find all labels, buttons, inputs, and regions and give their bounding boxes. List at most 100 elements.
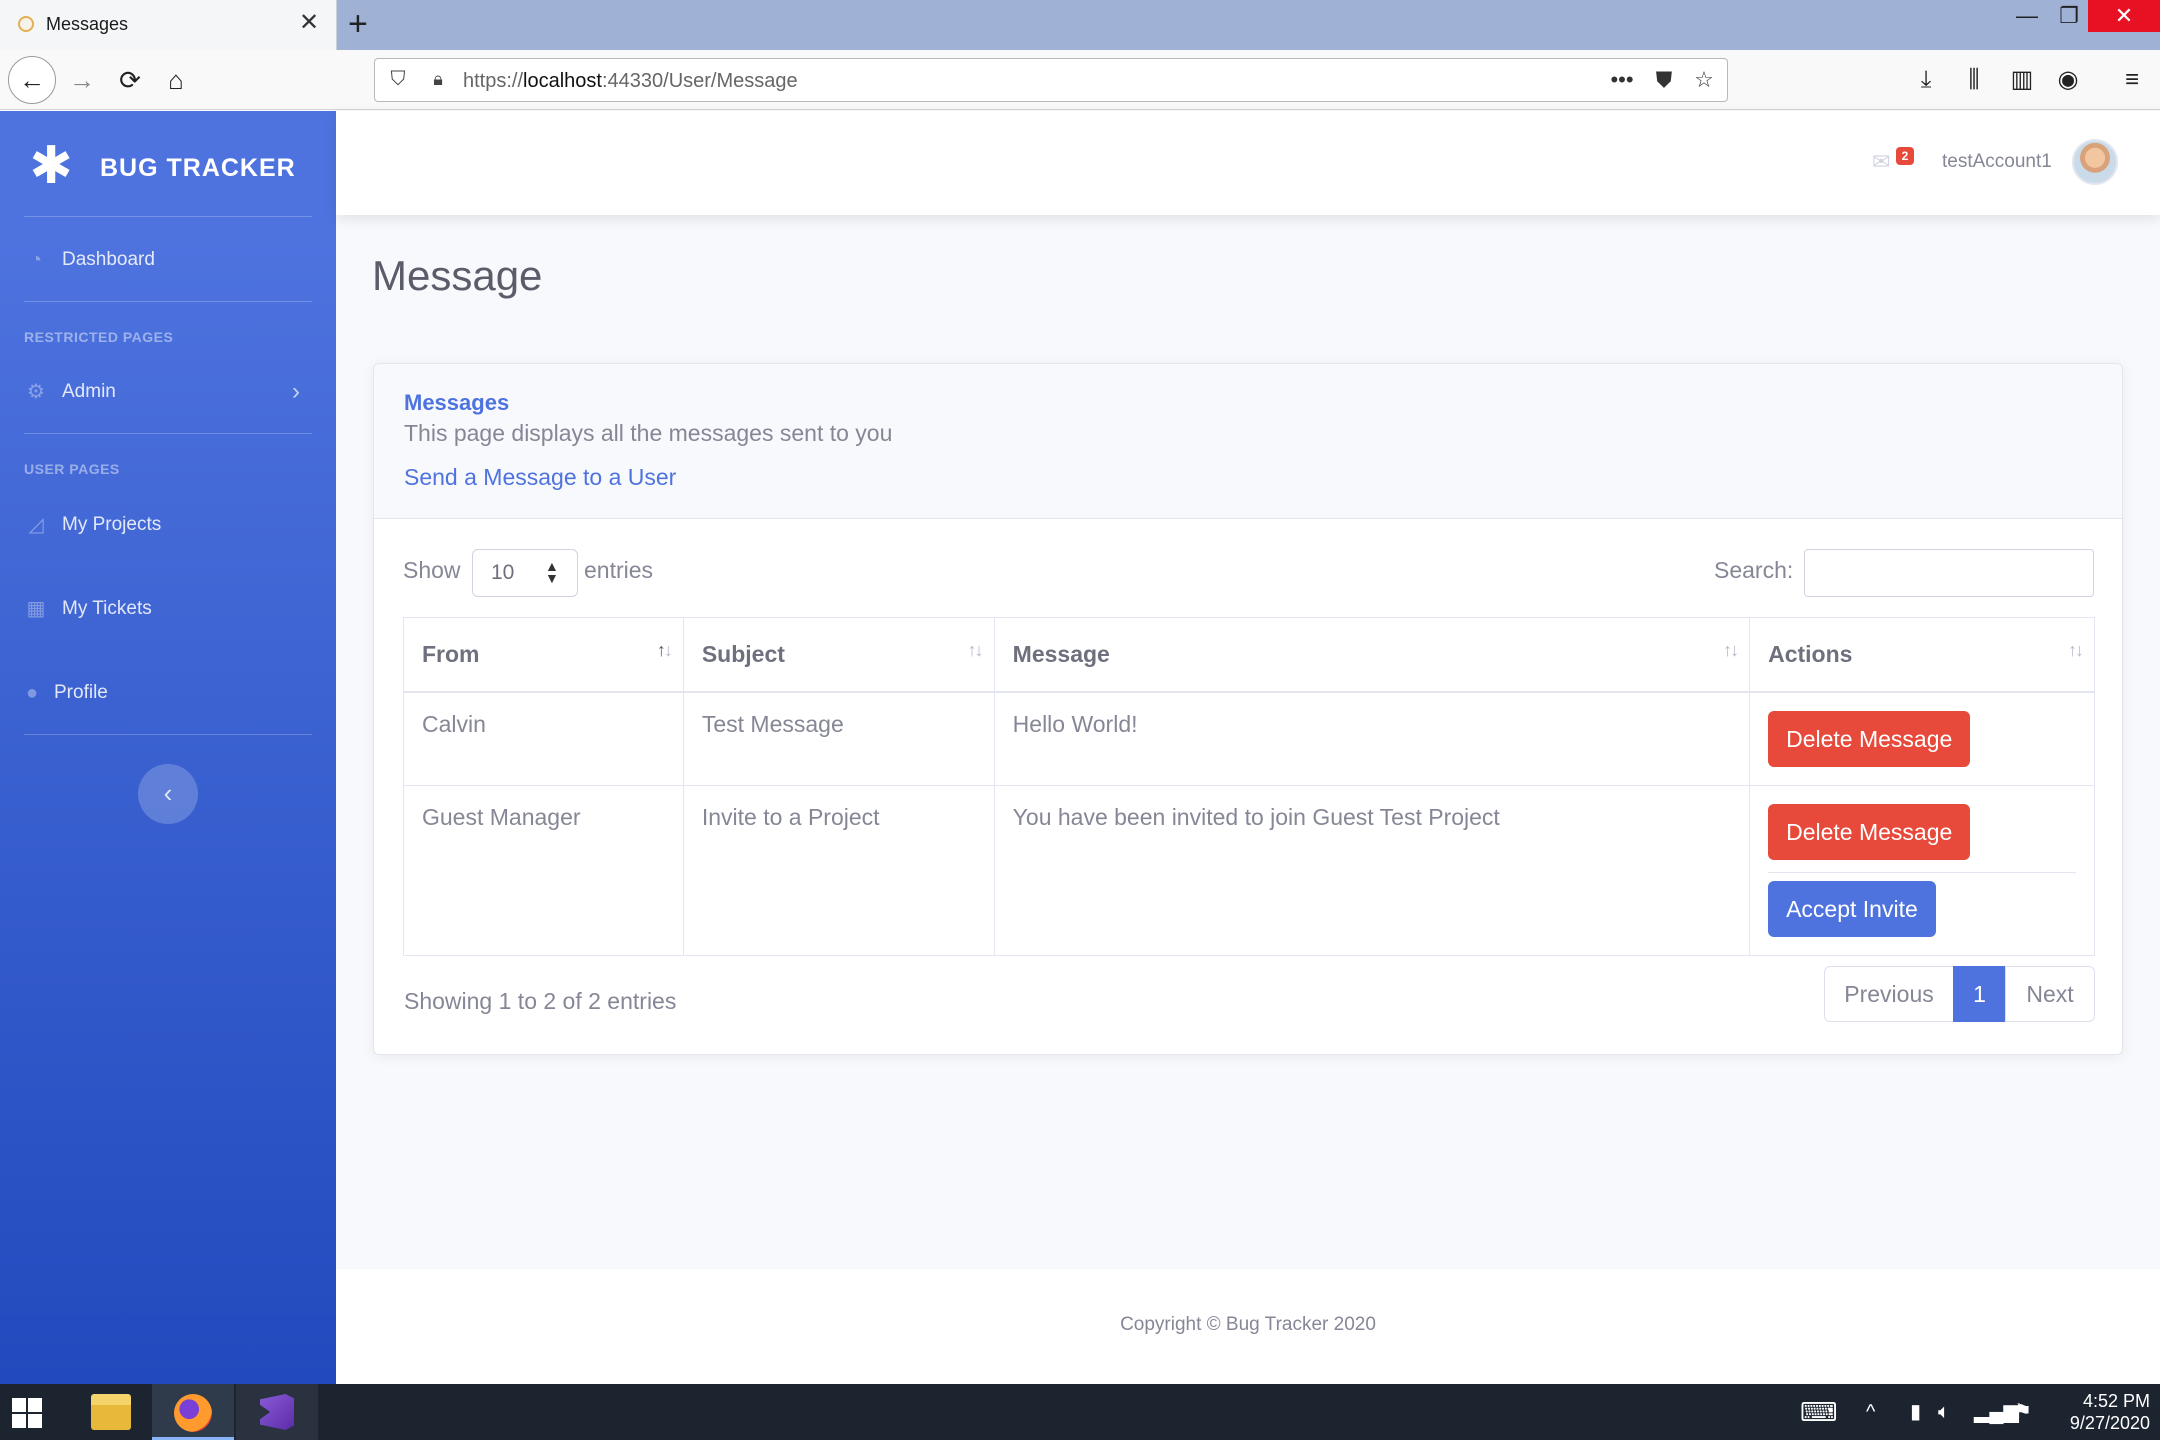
envelope-icon[interactable]: ✉ [1872,151,1896,173]
url-bar[interactable]: ⛉ 🔒︎ https://localhost:44330/User/Messag… [374,58,1728,102]
chevron-up-icon[interactable]: ^ [1866,1400,1875,1424]
entries-length-select[interactable]: 10 ▲ ▼ [472,549,578,597]
tachometer-icon: ◔ [29,249,43,271]
accept-invite-button[interactable]: Accept Invite [1768,881,1936,937]
entries-label: entries [584,557,654,583]
delete-message-button[interactable]: Delete Message [1768,804,1971,860]
avatar[interactable] [2072,139,2118,185]
new-tab-button[interactable]: + [348,4,368,44]
send-message-link[interactable]: Send a Message to a User [404,464,676,491]
bookmark-star-icon[interactable]: ☆ [1687,65,1721,95]
browser-tab[interactable]: Messages ✕ [0,0,337,50]
visual-studio-icon[interactable] [236,1384,318,1440]
search-input[interactable] [1804,549,2094,597]
sidebar-item-my-projects[interactable]: ◿ My Projects [24,505,312,545]
table-icon: ▦ [26,598,46,620]
shield-icon[interactable]: ⛉ [387,68,409,90]
pocket-icon[interactable]: ⛊ [1647,65,1681,95]
chevron-right-icon: › [292,378,300,405]
sidebar-item-label: Profile [54,682,108,703]
network-icon[interactable]: ▂▄▆ [1974,1400,2019,1424]
volume-icon[interactable]: 🔈︎ [1938,1400,1950,1424]
sidebar: ✱ BUG TRACKER ◔ Dashboard RESTRICTED PAG… [0,111,336,1384]
pagination-next[interactable]: Next [2005,966,2095,1022]
sidebar-item-my-tickets[interactable]: ▦ My Tickets [24,589,312,629]
taskbar: ⌨ ^ ▮ 🔈︎ ▂▄▆ ⚑ 4:52 PM 9/27/2020 [0,1384,2160,1440]
card-header: Messages This page displays all the mess… [374,364,2122,519]
sidebar-toggle-button[interactable]: ‹ [138,764,198,824]
reload-icon[interactable]: ⟳ [110,60,150,100]
forward-icon[interactable]: → [62,60,102,100]
url-text[interactable]: https://localhost:44330/User/Message [463,70,798,93]
show-label: Show [403,557,461,583]
select-arrows-icon: ▲ ▼ [545,558,559,586]
sidebar-item-admin[interactable]: ⚙ Admin › [24,372,312,412]
column-header-message[interactable]: Message ↑↓ [993,617,1751,693]
chart-area-icon: ◿ [28,514,44,536]
tab-close-icon[interactable]: ✕ [299,10,319,36]
card-subtitle: This page displays all the messages sent… [404,420,893,446]
taskbar-clock[interactable]: 4:52 PM 9/27/2020 [2040,1390,2150,1434]
page-title: Message [372,252,543,299]
pagination-page-1[interactable]: 1 [1953,966,2006,1022]
lock-icon[interactable]: 🔒︎ [427,68,449,90]
delete-message-button[interactable]: Delete Message [1768,710,1971,767]
more-icon[interactable]: ••• [1605,65,1639,95]
search-label: Search: [1714,557,1794,583]
copyright-text: Copyright © Bug Tracker 2020 [1120,1314,1376,1335]
home-icon[interactable]: ⌂ [156,60,196,100]
card-title: Messages [404,390,510,415]
footer: Copyright © Bug Tracker 2020 [336,1269,2160,1384]
table-row: Calvin Test Message Hello World! Delete … [403,691,2095,786]
library-icon[interactable]: ⫼ [1956,62,1992,98]
back-icon[interactable]: ← [8,56,56,104]
table-row: Guest Manager Invite to a Project You ha… [403,785,2095,956]
cell-from: Calvin [403,691,684,786]
tab-favicon-icon [18,16,34,32]
bug-icon: ✱ [29,137,73,195]
browser-tab-bar: Messages ✕ + — ❐ ✕ [0,0,2160,50]
messages-table: From ↑↓ Subject ↑↓ Message ↑↓ Actions ↑↓ Cal… [403,617,2095,956]
cell-from: Guest Manager [403,785,684,956]
taskbar-time: 4:52 PM [2082,1391,2150,1411]
cog-icon: ⚙ [27,381,45,403]
sort-icon: ↑↓ [656,640,673,660]
cell-actions: Delete Message Accept Invite [1749,785,2095,956]
sidebar-item-dashboard[interactable]: ◔ Dashboard [24,240,312,280]
brand-text: BUG TRACKER [100,154,296,182]
window-close-button[interactable]: ✕ [2088,0,2160,32]
cell-subject: Invite to a Project [682,785,995,956]
download-icon[interactable]: ⤓ [1908,62,1944,98]
battery-icon[interactable]: ▮ [1910,1400,1921,1424]
tab-title: Messages [46,14,129,34]
notification-flag-icon[interactable]: ⚑ [2014,1400,2032,1424]
sidebar-item-label: My Tickets [62,598,152,619]
username[interactable]: testAccount1 [1942,151,2052,173]
sort-icon: ↑↓ [967,640,984,660]
pagination-previous[interactable]: Previous [1824,966,1954,1022]
sidebar-divider [24,734,312,735]
file-explorer-icon[interactable] [70,1384,152,1440]
sidebar-item-profile[interactable]: ● Profile [24,673,312,713]
sidebar-item-label: Admin [62,381,116,402]
menu-icon[interactable]: ≡ [2114,62,2150,98]
sidebar-divider [24,301,312,302]
sidebar-divider [24,433,312,434]
message-count-badge: 2 [1896,147,1914,165]
column-header-actions[interactable]: Actions ↑↓ [1749,617,2095,693]
sidebar-icon[interactable]: ▥ [2004,62,2040,98]
windows-start-icon[interactable] [12,1398,42,1428]
sidebar-item-label: My Projects [62,514,162,535]
firefox-icon[interactable] [152,1384,234,1440]
entries-length-value: 10 [491,561,515,584]
divider [1768,872,2076,873]
cell-subject: Test Message [682,691,995,786]
sidebar-heading-user: USER PAGES [24,461,120,477]
sidebar-heading-restricted: RESTRICTED PAGES [24,329,174,345]
table-info: Showing 1 to 2 of 2 entries [404,988,677,1014]
sort-icon: ↑↓ [1723,640,1739,660]
account-icon[interactable]: ◉ [2050,62,2086,98]
keyboard-icon[interactable]: ⌨ [1800,1399,1838,1425]
column-header-from[interactable]: From ↑↓ [403,617,684,693]
column-header-subject[interactable]: Subject ↑↓ [682,617,995,693]
